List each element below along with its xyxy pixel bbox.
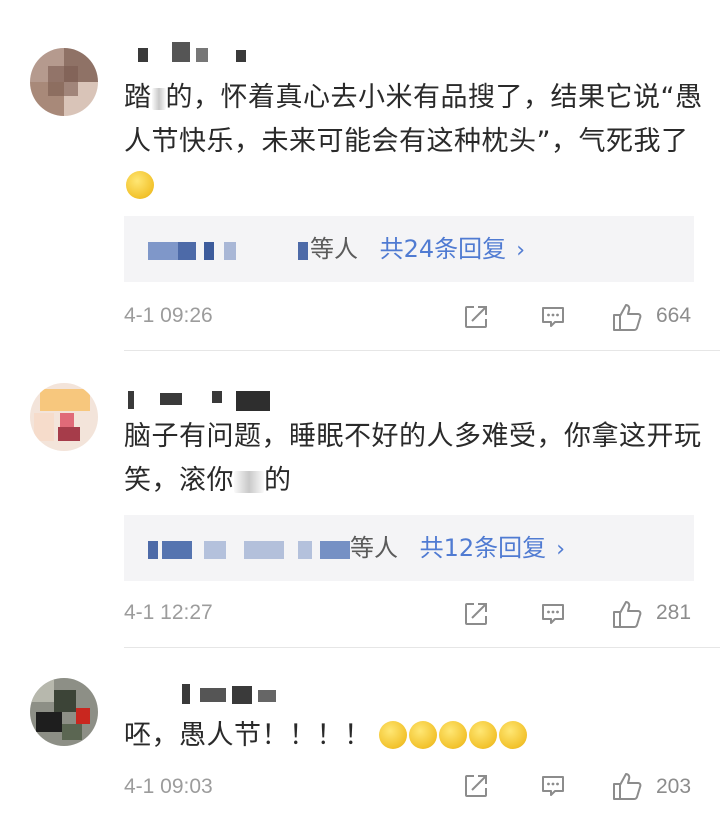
like-icon[interactable] xyxy=(612,599,644,629)
avatar[interactable] xyxy=(30,678,98,746)
smile-emoji-icon xyxy=(126,170,154,199)
chevron-right-icon: › xyxy=(556,537,565,562)
comment-icon[interactable] xyxy=(540,304,566,330)
avatar[interactable] xyxy=(30,48,98,116)
like-icon[interactable] xyxy=(612,771,644,801)
comment-icon[interactable] xyxy=(540,601,566,627)
username[interactable] xyxy=(128,387,278,411)
comment-text-end: 的 xyxy=(264,465,292,496)
username[interactable] xyxy=(128,682,288,704)
dizzy-emoji-icon xyxy=(438,720,467,749)
dizzy-emoji-icon xyxy=(498,720,527,749)
reply-preview[interactable]: 等人 共24条回复 › xyxy=(124,216,694,282)
redacted-text xyxy=(151,87,166,110)
chevron-right-icon: › xyxy=(516,238,525,263)
dizzy-emoji-icon xyxy=(408,720,437,749)
view-replies-link[interactable]: 共24条回复 xyxy=(380,235,507,263)
like-icon[interactable] xyxy=(612,302,644,332)
comment-item: 踏的，怀着真心去小米有品搜了，结果它说“愚人节快乐，未来可能会有这种枕头”，气死… xyxy=(0,0,720,351)
comment-text-start: 踏 xyxy=(124,82,152,113)
like-count: 203 xyxy=(656,775,692,798)
comment-text: 呸，愚人节！！！！ xyxy=(124,714,709,758)
timestamp: 4-1 09:26 xyxy=(124,304,213,327)
view-replies-link[interactable]: 共12条回复 xyxy=(420,534,547,562)
like-count: 664 xyxy=(656,304,692,327)
redacted-text xyxy=(234,470,264,493)
comment-text-start: 呸，愚人节！！！！ xyxy=(124,720,372,751)
reply-names-redacted xyxy=(148,515,358,581)
dizzy-emoji-icon xyxy=(378,720,407,749)
comment-text: 脑子有问题，睡眠不好的人多难受，你拿这开玩笑，滚你的 xyxy=(124,415,709,503)
timestamp: 4-1 09:03 xyxy=(124,775,213,798)
comment-text-end: 的，怀着真心去小米有品搜了，结果它说“愚人节快乐，未来可能会有这种枕头”，气死我… xyxy=(124,82,703,157)
reply-suffix: 等人 xyxy=(350,534,398,562)
share-icon[interactable] xyxy=(463,601,489,627)
like-count: 281 xyxy=(656,601,692,624)
comment-icon[interactable] xyxy=(540,773,566,799)
comment-item: 呸，愚人节！！！！ 4-1 09:03 203 xyxy=(0,648,720,815)
avatar[interactable] xyxy=(30,383,98,451)
reply-preview[interactable]: 等人 共12条回复 › xyxy=(124,515,694,581)
reply-suffix: 等人 xyxy=(310,235,358,263)
share-icon[interactable] xyxy=(463,773,489,799)
comment-text-start: 脑子有问题，睡眠不好的人多难受，你拿这开玩笑，滚你 xyxy=(124,421,702,496)
dizzy-emoji-icon xyxy=(468,720,497,749)
timestamp: 4-1 12:27 xyxy=(124,601,213,624)
comment-item: 脑子有问题，睡眠不好的人多难受，你拿这开玩笑，滚你的 等人 共12条回复 › 4-… xyxy=(0,351,720,651)
reply-names-redacted xyxy=(148,216,318,282)
comment-text: 踏的，怀着真心去小米有品搜了，结果它说“愚人节快乐，未来可能会有这种枕头”，气死… xyxy=(124,76,709,208)
share-icon[interactable] xyxy=(463,304,489,330)
username[interactable] xyxy=(128,40,268,62)
